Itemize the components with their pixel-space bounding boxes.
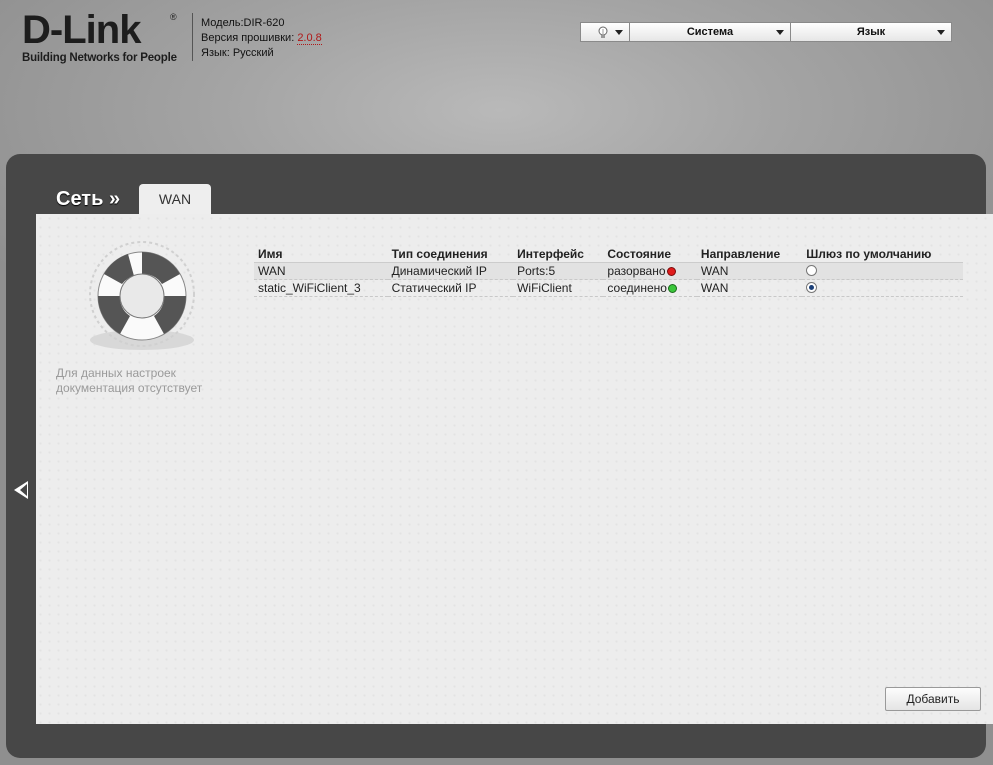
column-header-state: Состояние	[603, 247, 697, 263]
column-header-type: Тип соединения	[387, 247, 514, 263]
lightbulb-icon	[598, 26, 608, 38]
dlink-logo: D-Link ® Building Networks for People	[22, 10, 182, 64]
logo-text: D-Link	[22, 8, 141, 52]
language-line: Язык: Русский	[201, 47, 274, 59]
header-divider	[192, 13, 193, 61]
lifebuoy-icon	[89, 241, 195, 350]
help-text: Для данных настроек документация отсутст…	[56, 366, 203, 395]
system-menu-label: Система	[686, 26, 734, 38]
chevron-down-icon	[776, 30, 784, 35]
table-row[interactable]: static_WiFiClient_3 Статический IP WiFiC…	[254, 279, 963, 297]
chevron-left-icon[interactable]	[14, 481, 28, 499]
top-menu: Система Язык	[580, 22, 952, 44]
cell-type: Динамический IP	[387, 262, 514, 280]
chevron-down-icon	[937, 30, 945, 35]
firmware-label: Версия прошивки:	[201, 32, 298, 44]
default-gateway-radio[interactable]	[806, 265, 818, 276]
status-disconnected-icon	[666, 267, 676, 276]
cell-default-gateway	[802, 262, 963, 280]
logo-registered-mark: ®	[170, 12, 177, 22]
cell-name: WAN	[254, 262, 388, 280]
help-menu-button[interactable]	[580, 22, 630, 42]
cell-interface: Ports:5	[513, 262, 604, 280]
logo-tagline: Building Networks for People	[22, 52, 177, 64]
model-line: Модель:DIR-620	[201, 17, 285, 29]
tab-wan[interactable]: WAN	[139, 184, 211, 215]
system-menu-button[interactable]: Система	[630, 22, 791, 42]
wan-connections-table: Имя Тип соединения Интерфейс Состояние Н…	[254, 247, 963, 297]
table-row[interactable]: WAN Динамический IP Ports:5 разорвано WA…	[254, 262, 963, 280]
column-header-name: Имя	[254, 247, 388, 263]
cell-direction: WAN	[696, 262, 803, 280]
breadcrumb[interactable]: Сеть »	[56, 188, 120, 211]
column-header-direction: Направление	[696, 247, 803, 263]
cell-state: соединено	[603, 279, 697, 297]
default-gateway-radio[interactable]	[806, 282, 818, 293]
firmware-version-link[interactable]: 2.0.8	[297, 32, 322, 45]
chevron-down-icon	[615, 30, 623, 35]
add-button[interactable]: Добавить	[885, 687, 981, 711]
cell-direction: WAN	[696, 279, 803, 297]
state-text: соединено	[607, 281, 667, 295]
language-menu-label: Язык	[856, 26, 886, 38]
language-menu-button[interactable]: Язык	[791, 22, 952, 42]
device-info: Модель:DIR-620 Версия прошивки: 2.0.8 Яз…	[201, 16, 322, 61]
firmware-line: Версия прошивки: 2.0.8	[201, 31, 322, 46]
column-header-default-gateway: Шлюз по умолчанию	[802, 247, 963, 263]
column-header-interface: Интерфейс	[513, 247, 604, 263]
state-text: разорвано	[607, 264, 666, 278]
table-header-row: Имя Тип соединения Интерфейс Состояние Н…	[254, 247, 963, 263]
cell-name: static_WiFiClient_3	[254, 279, 388, 297]
cell-default-gateway	[802, 279, 963, 297]
cell-interface: WiFiClient	[513, 279, 604, 297]
cell-state: разорвано	[603, 262, 697, 280]
status-connected-icon	[667, 284, 677, 293]
cell-type: Статический IP	[387, 279, 514, 297]
